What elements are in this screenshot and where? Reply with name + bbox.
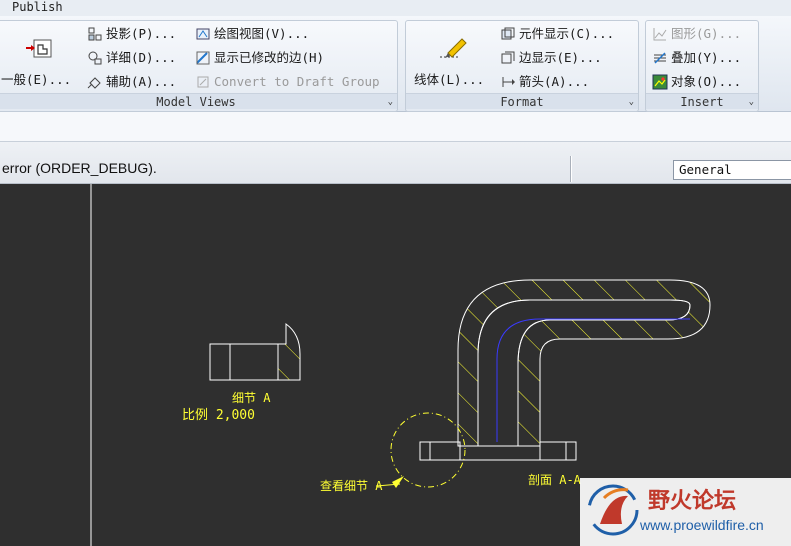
auxiliary-button[interactable]: 辅助(A)... (87, 72, 176, 92)
convert-to-draft-group-button[interactable]: Convert to Draft Group (195, 72, 380, 92)
show-modified-edges-label: 显示已修改的边(H) (214, 50, 325, 65)
watermark-url: www.proewildfire.cn (639, 517, 764, 533)
scale-label: 比例 2,000 (182, 408, 255, 423)
watermark-name: 野火论坛 (648, 488, 736, 514)
graph-icon (652, 26, 668, 42)
detailed-view-icon (87, 50, 103, 66)
format-expand-icon[interactable]: ⌄ (629, 95, 634, 109)
detailed-button[interactable]: 详细(D)... (87, 48, 176, 68)
see-detail-label: 查看细节 A (320, 479, 383, 493)
toolbar-strip (0, 112, 791, 142)
line-style-icon (438, 33, 468, 61)
section-hatched-body (457, 279, 711, 447)
graph-button[interactable]: 图形(G)... (652, 24, 741, 44)
object-label: 对象(O)... (671, 74, 742, 89)
general-view-button[interactable]: 一般(E)... (1, 23, 77, 95)
detail-leader-arrow (392, 476, 404, 488)
modified-edges-icon (195, 50, 211, 66)
group-insert: 图形(G)... 叠加(Y)... 对象(O)... Insert ⌄ (645, 20, 759, 112)
edge-display-label: 边显示(E)... (519, 50, 602, 65)
detailed-label: 详细(D)... (106, 50, 177, 65)
component-display-label: 元件显示(C)... (519, 26, 615, 41)
arrow-label: 箭头(A)... (519, 74, 590, 89)
format-group-label: Format (406, 93, 638, 109)
object-button[interactable]: 对象(O)... (652, 72, 741, 92)
group-model-views: 一般(E)... 投影(P)... 详细(D)... 辅助(A)... 绘图视图… (0, 20, 398, 112)
detail-callout-circle[interactable] (390, 412, 466, 488)
convert-to-draft-group-label: Convert to Draft Group (214, 74, 380, 89)
menu-publish[interactable]: Publish (12, 0, 63, 14)
section-label: 剖面 A-A (528, 473, 582, 487)
auxiliary-view-icon (87, 74, 103, 90)
drawing-canvas[interactable]: 细节 A 比例 2,000 查看细节 A 剖面 A-A 野火论坛 www.pro… (0, 184, 791, 546)
arrow-icon (500, 74, 516, 90)
projection-icon (87, 26, 103, 42)
line-style-button[interactable]: 线体(L)... (412, 23, 494, 95)
group-format: 线体(L)... 元件显示(C)... 边显示(E)... 箭头(A)... F… (405, 20, 639, 112)
graph-label: 图形(G)... (671, 26, 742, 41)
drawing-svg: 细节 A 比例 2,000 查看细节 A 剖面 A-A 野火论坛 www.pro… (90, 184, 791, 546)
insert-expand-icon[interactable]: ⌄ (749, 95, 754, 109)
auxiliary-label: 辅助(A)... (106, 74, 177, 89)
component-display-button[interactable]: 元件显示(C)... (500, 24, 614, 44)
show-modified-edges-button[interactable]: 显示已修改的边(H) (195, 48, 324, 68)
drawing-view-icon (195, 26, 211, 42)
drawing-view-button[interactable]: 绘图视图(V)... (195, 24, 309, 44)
model-views-group-label: Model Views (0, 93, 397, 109)
insert-group-label: Insert (646, 93, 758, 109)
ribbon: 一般(E)... 投影(P)... 详细(D)... 辅助(A)... 绘图视图… (0, 16, 791, 112)
object-icon (652, 74, 668, 90)
detail-view-label: 细节 A (232, 391, 271, 405)
arrow-button[interactable]: 箭头(A)... (500, 72, 589, 92)
projection-button[interactable]: 投影(P)... (87, 24, 176, 44)
menu-bar: Publish (0, 0, 791, 16)
status-separator (570, 156, 572, 182)
edge-display-button[interactable]: 边显示(E)... (500, 48, 602, 68)
overlay-icon (652, 50, 668, 66)
projection-label: 投影(P)... (106, 26, 177, 41)
component-display-icon (500, 26, 516, 42)
section-a-a-part[interactable] (419, 279, 711, 461)
overlay-label: 叠加(Y)... (671, 50, 742, 65)
watermark: 野火论坛 www.proewildfire.cn (580, 478, 791, 546)
detail-view-a[interactable] (209, 323, 301, 381)
general-view-label: 一般(E)... (1, 72, 72, 87)
drawing-view-label: 绘图视图(V)... (214, 26, 310, 41)
line-style-label: 线体(L)... (414, 72, 485, 87)
overlay-button[interactable]: 叠加(Y)... (652, 48, 741, 68)
model-views-expand-icon[interactable]: ⌄ (388, 95, 393, 109)
edge-display-icon (500, 50, 516, 66)
general-view-icon (25, 37, 55, 61)
filter-select[interactable]: General (673, 160, 791, 180)
convert-draft-icon (195, 74, 211, 90)
status-message: error (ORDER_DEBUG). (2, 160, 157, 176)
